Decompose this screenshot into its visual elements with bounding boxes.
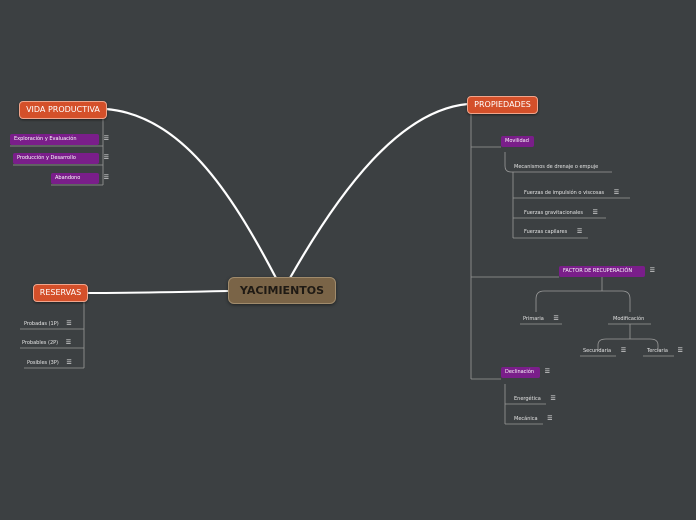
- leaf-posibles-label: Posibles (3P): [27, 360, 59, 366]
- subtopic-movilidad-label: Movilidad: [505, 138, 529, 144]
- link-root-propiedades: [288, 102, 470, 280]
- link-factor-primaria: [535, 290, 602, 312]
- subtopic-exploracion-evaluacion[interactable]: Exploración y Evaluación ☰: [10, 134, 109, 145]
- leaf-modificacion-label: Modificación: [613, 316, 645, 322]
- leaf-primaria-label: Primaria: [523, 316, 544, 322]
- note-icon[interactable]: ☰: [104, 154, 109, 162]
- note-icon[interactable]: ☰: [66, 339, 71, 346]
- central-topic-label: YACIMIENTOS: [239, 284, 325, 297]
- subtopic-produccion-desarrollo-label: Producción y Desarrollo: [17, 155, 76, 161]
- note-icon[interactable]: ☰: [621, 347, 626, 354]
- leaf-fuerzas-gravitacionales-label: Fuerzas gravitacionales: [524, 210, 583, 216]
- topic-propiedades-label: PROPIEDADES: [474, 100, 531, 109]
- connector-lines: [10, 102, 674, 425]
- leaf-probables[interactable]: Probables (2P) ☰: [22, 339, 71, 347]
- leaf-modificacion[interactable]: Modificación: [613, 315, 644, 323]
- leaf-posibles[interactable]: Posibles (3P) ☰: [27, 359, 72, 367]
- leaf-primaria[interactable]: Primaria ☰: [523, 315, 559, 323]
- subtopic-abandono-label: Abandono: [55, 175, 81, 181]
- leaf-secundaria-label: Secundaria: [583, 348, 612, 354]
- note-icon[interactable]: ☰: [577, 228, 582, 235]
- leaf-mecanismos-drenaje-label: Mecanismos de drenaje o empuje: [514, 164, 599, 170]
- central-topic[interactable]: YACIMIENTOS: [228, 277, 336, 304]
- subtopic-declinacion-label: Declinación: [505, 369, 535, 375]
- note-icon[interactable]: ☰: [550, 395, 555, 402]
- leaf-terciaria[interactable]: Terciaria ☰: [647, 347, 683, 355]
- note-icon[interactable]: ☰: [104, 174, 109, 182]
- subtopic-exploracion-evaluacion-label: Exploración y Evaluación: [14, 136, 77, 142]
- leaf-mecanica-label: Mecánica: [514, 416, 538, 422]
- leaf-mecanica[interactable]: Mecánica ☰: [514, 415, 553, 423]
- subtopic-factor-recuperacion[interactable]: FACTOR DE RECUPERACIÓN ☰: [559, 266, 655, 277]
- note-icon[interactable]: ☰: [66, 320, 71, 327]
- leaf-energetica-label: Energética: [514, 396, 541, 402]
- note-icon[interactable]: ☰: [547, 415, 552, 422]
- leaf-probables-label: Probables (2P): [22, 340, 59, 346]
- note-icon[interactable]: ☰: [650, 267, 655, 275]
- leaf-fuerzas-impulsion-label: Fuerzas de impulsión o viscosas: [524, 190, 605, 196]
- leaf-fuerzas-capilares-label: Fuerzas capilares: [524, 229, 568, 235]
- note-icon[interactable]: ☰: [545, 368, 550, 376]
- link-root-vida: [104, 107, 278, 280]
- topic-reservas-label: RESERVAS: [39, 288, 82, 297]
- note-icon[interactable]: ☰: [593, 209, 598, 216]
- leaf-terciaria-label: Terciaria: [647, 348, 668, 354]
- subtopic-abandono[interactable]: Abandono ☰: [51, 173, 109, 184]
- note-icon[interactable]: ☰: [614, 189, 619, 196]
- subtopic-declinacion[interactable]: Declinación ☰: [501, 367, 550, 378]
- leaf-secundaria[interactable]: Secundaria ☰: [583, 347, 626, 355]
- topic-vida-productiva[interactable]: VIDA PRODUCTIVA: [19, 101, 107, 119]
- link-factor-modificacion: [602, 290, 631, 312]
- leaf-probadas-label: Probadas (1P): [24, 321, 59, 327]
- leaf-fuerzas-capilares[interactable]: Fuerzas capilares ☰: [524, 228, 582, 236]
- topic-reservas[interactable]: RESERVAS: [33, 284, 88, 302]
- leaf-fuerzas-gravitacionales[interactable]: Fuerzas gravitacionales ☰: [524, 209, 598, 217]
- subtopic-movilidad[interactable]: Movilidad: [501, 136, 534, 147]
- subtopic-factor-recuperacion-label: FACTOR DE RECUPERACIÓN: [563, 268, 633, 274]
- leaf-energetica[interactable]: Energética ☰: [514, 395, 556, 403]
- note-icon[interactable]: ☰: [104, 135, 109, 143]
- note-icon[interactable]: ☰: [66, 359, 71, 366]
- topic-vida-productiva-label: VIDA PRODUCTIVA: [26, 105, 100, 114]
- topic-propiedades[interactable]: PROPIEDADES: [467, 96, 538, 114]
- subtopic-produccion-desarrollo[interactable]: Producción y Desarrollo ☰: [13, 153, 109, 164]
- note-icon[interactable]: ☰: [553, 315, 558, 322]
- leaf-mecanismos-drenaje[interactable]: Mecanismos de drenaje o empuje: [514, 163, 598, 171]
- note-icon[interactable]: ☰: [678, 347, 683, 354]
- link-root-reservas: [86, 290, 229, 294]
- leaf-fuerzas-impulsion[interactable]: Fuerzas de impulsión o viscosas ☰: [524, 189, 619, 197]
- leaf-probadas[interactable]: Probadas (1P) ☰: [24, 320, 72, 328]
